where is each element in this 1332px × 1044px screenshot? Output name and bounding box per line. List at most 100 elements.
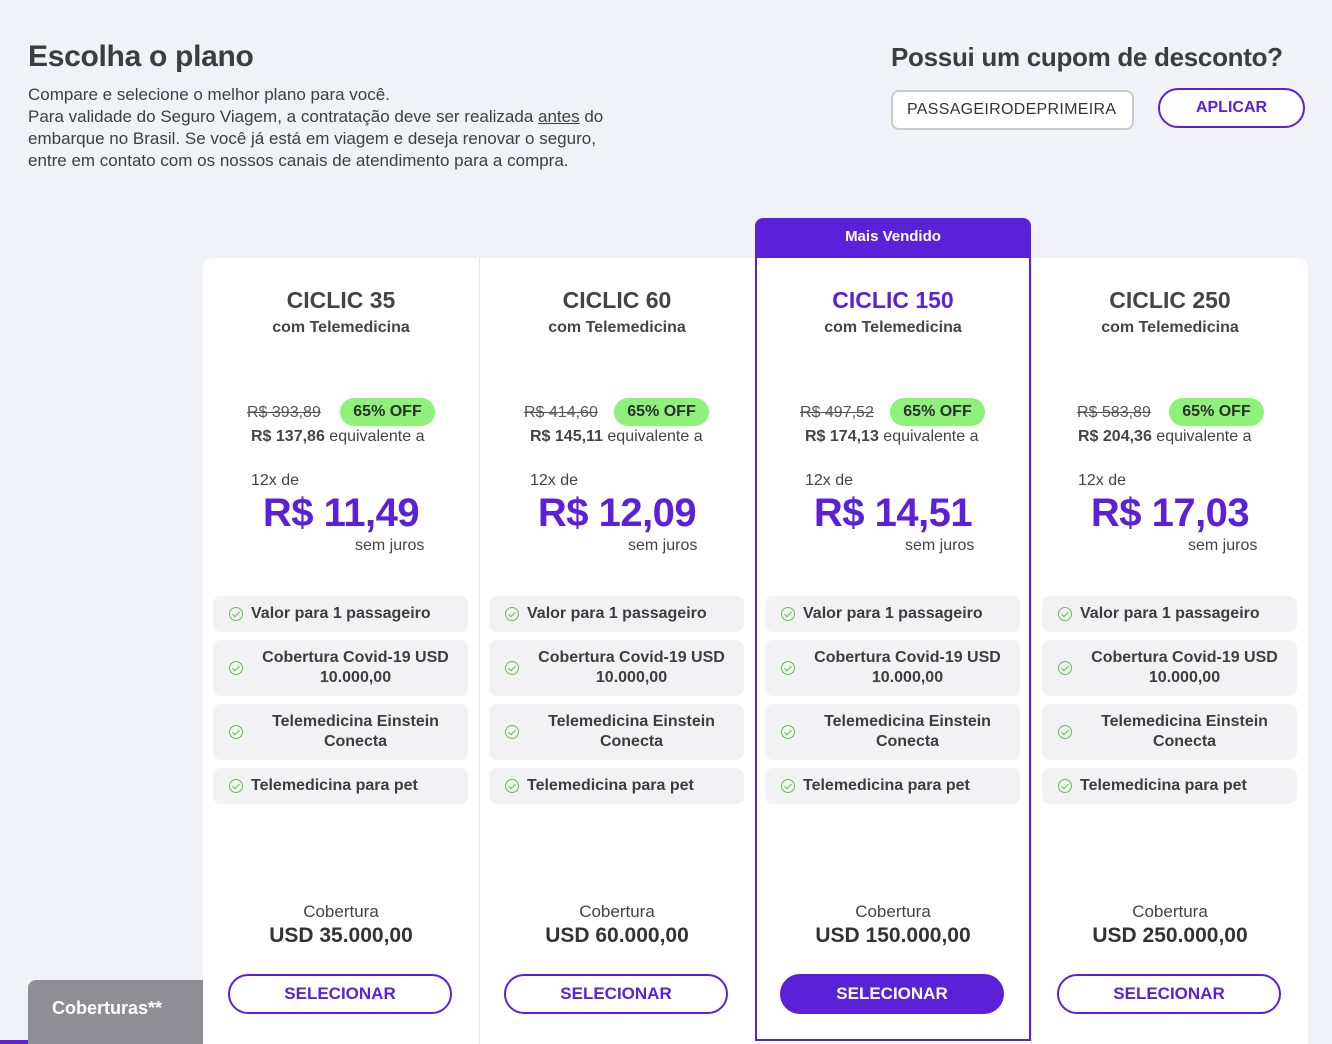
plan-subtitle: com Telemedicina (824, 319, 962, 336)
feature-label: Valor para 1 passageiro (251, 605, 431, 622)
plan-name: CICLIC 60 (562, 287, 672, 313)
plan-card-ciclic-150: CICLIC 150 com Telemedicina R$ 497,52 65… (755, 258, 1031, 1044)
plan-card-ciclic-35: CICLIC 35 com Telemedicina R$ 393,89 65%… (203, 258, 479, 1044)
plan-subtitle: com Telemedicina (1101, 319, 1239, 336)
select-plan-button[interactable]: SELECIONAR (504, 974, 728, 1014)
coverage-value: USD 150.000,00 (815, 924, 971, 947)
check-circle-icon (781, 607, 795, 621)
plan-name: CICLIC 250 (1109, 287, 1231, 313)
check-circle-icon (229, 779, 243, 793)
feature-label: Telemedicina para pet (803, 777, 970, 794)
coupon-input[interactable] (891, 90, 1134, 130)
coverages-tab[interactable]: Coberturas** (28, 980, 203, 1044)
coverage-label: Cobertura (855, 902, 931, 921)
discount-badge: 65% OFF (890, 398, 985, 426)
feature-label: Telemedicina Einstein Conecta (1101, 713, 1268, 750)
installment-value: R$ 12,09 (537, 491, 697, 535)
feature-list: Valor para 1 passageiro Cobertura Covid-… (213, 596, 468, 812)
installments-suffix: sem juros (628, 537, 698, 554)
select-plan-button[interactable]: SELECIONAR (1057, 974, 1281, 1014)
plan-card-ciclic-250: CICLIC 250 com Telemedicina R$ 583,89 65… (1032, 258, 1308, 1044)
feature-label: Valor para 1 passageiro (527, 605, 707, 622)
price-row: R$ 583,89 65% OFF (1032, 398, 1308, 426)
feature-item: Telemedicina para pet (1042, 768, 1297, 804)
intro-line: Compare e selecione o melhor plano para … (28, 85, 390, 104)
discount-badge: 65% OFF (340, 398, 435, 426)
feature-label: Cobertura Covid-19 USD 10.000,00 (1091, 649, 1278, 686)
intro-line: entre em contato com os nossos canais de… (28, 151, 569, 170)
installments-prefix: 12x de (530, 472, 579, 489)
discount-badge: 65% OFF (1169, 398, 1264, 426)
intro-line: Para validade do Seguro Viagem, a contra… (28, 106, 688, 128)
feature-label: Telemedicina para pet (1080, 777, 1247, 794)
check-circle-icon (781, 661, 795, 675)
check-circle-icon (781, 779, 795, 793)
feature-item: Telemedicina para pet (213, 768, 468, 804)
coverage-value: USD 60.000,00 (545, 924, 689, 947)
page-header: Escolha o plano Compare e selecione o me… (28, 40, 688, 172)
old-price: R$ 414,60 (524, 404, 598, 421)
accent-bar (0, 1040, 28, 1044)
installment-value: R$ 11,49 (262, 491, 420, 535)
feature-item: Valor para 1 passageiro (1042, 596, 1297, 632)
check-circle-icon (505, 607, 519, 621)
feature-label: Cobertura Covid-19 USD 10.000,00 (262, 649, 449, 686)
old-price: R$ 497,52 (800, 404, 874, 421)
select-plan-button[interactable]: SELECIONAR (228, 974, 452, 1014)
total-price: R$ 204,36 (1078, 428, 1152, 445)
plan-subtitle: com Telemedicina (272, 319, 410, 336)
check-circle-icon (1058, 779, 1072, 793)
total-suffix: equivalente a (602, 428, 703, 445)
select-plan-button[interactable]: SELECIONAR (780, 974, 1004, 1014)
feature-item: Telemedicina Einstein Conecta (1042, 704, 1297, 760)
feature-item: Valor para 1 passageiro (213, 596, 468, 632)
feature-item: Telemedicina Einstein Conecta (489, 704, 744, 760)
old-price: R$ 393,89 (247, 404, 321, 421)
coupon-row: APLICAR (891, 88, 1311, 132)
intro-emphasis: antes (538, 107, 580, 126)
intro-text-fragment: Para validade do Seguro Viagem, a contra… (28, 107, 539, 126)
discount-badge: 65% OFF (614, 398, 709, 426)
installments-suffix: sem juros (905, 537, 975, 554)
check-circle-icon (505, 779, 519, 793)
feature-item: Cobertura Covid-19 USD 10.000,00 (765, 640, 1020, 696)
plan-subtitle: com Telemedicina (548, 319, 686, 336)
installments-suffix: sem juros (355, 537, 425, 554)
check-circle-icon (505, 725, 519, 739)
feature-list: Valor para 1 passageiro Cobertura Covid-… (765, 596, 1020, 812)
check-circle-icon (229, 607, 243, 621)
feature-label: Valor para 1 passageiro (803, 605, 983, 622)
coupon-title: Possui um cupom de desconto? (891, 42, 1283, 72)
feature-item: Valor para 1 passageiro (765, 596, 1020, 632)
page-title: Escolha o plano (28, 40, 254, 73)
check-circle-icon (1058, 725, 1072, 739)
feature-list: Valor para 1 passageiro Cobertura Covid-… (1042, 596, 1297, 812)
coverage-label: Cobertura (303, 902, 379, 921)
total-price: R$ 137,86 (251, 428, 325, 445)
price-row: R$ 414,60 65% OFF (479, 398, 755, 426)
total-suffix: equivalente a (878, 428, 979, 445)
installments-prefix: 12x de (1078, 472, 1127, 489)
intro-text: Compare e selecione o melhor plano para … (28, 84, 688, 172)
apply-coupon-button[interactable]: APLICAR (1158, 88, 1305, 128)
installments-prefix: 12x de (805, 472, 854, 489)
coverage-label: Cobertura (1132, 902, 1208, 921)
total-price: R$ 174,13 (805, 428, 879, 445)
intro-text-fragment: do (579, 107, 604, 126)
price-row: R$ 393,89 65% OFF (203, 398, 479, 426)
old-price: R$ 583,89 (1077, 404, 1151, 421)
feature-item: Telemedicina Einstein Conecta (213, 704, 468, 760)
feature-item: Cobertura Covid-19 USD 10.000,00 (1042, 640, 1297, 696)
feature-label: Telemedicina para pet (527, 777, 694, 794)
plan-name: CICLIC 35 (286, 287, 396, 313)
feature-label: Telemedicina para pet (251, 777, 418, 794)
total-price-line: R$ 174,13 equivalente a (755, 428, 1031, 446)
plan-name: CICLIC 150 (832, 287, 954, 313)
feature-label: Telemedicina Einstein Conecta (824, 713, 991, 750)
coupon-section: Possui um cupom de desconto? APLICAR (891, 42, 1311, 130)
feature-label: Telemedicina Einstein Conecta (548, 713, 715, 750)
feature-item: Cobertura Covid-19 USD 10.000,00 (213, 640, 468, 696)
feature-item: Valor para 1 passageiro (489, 596, 744, 632)
installments-prefix: 12x de (251, 472, 300, 489)
feature-label: Cobertura Covid-19 USD 10.000,00 (814, 649, 1001, 686)
